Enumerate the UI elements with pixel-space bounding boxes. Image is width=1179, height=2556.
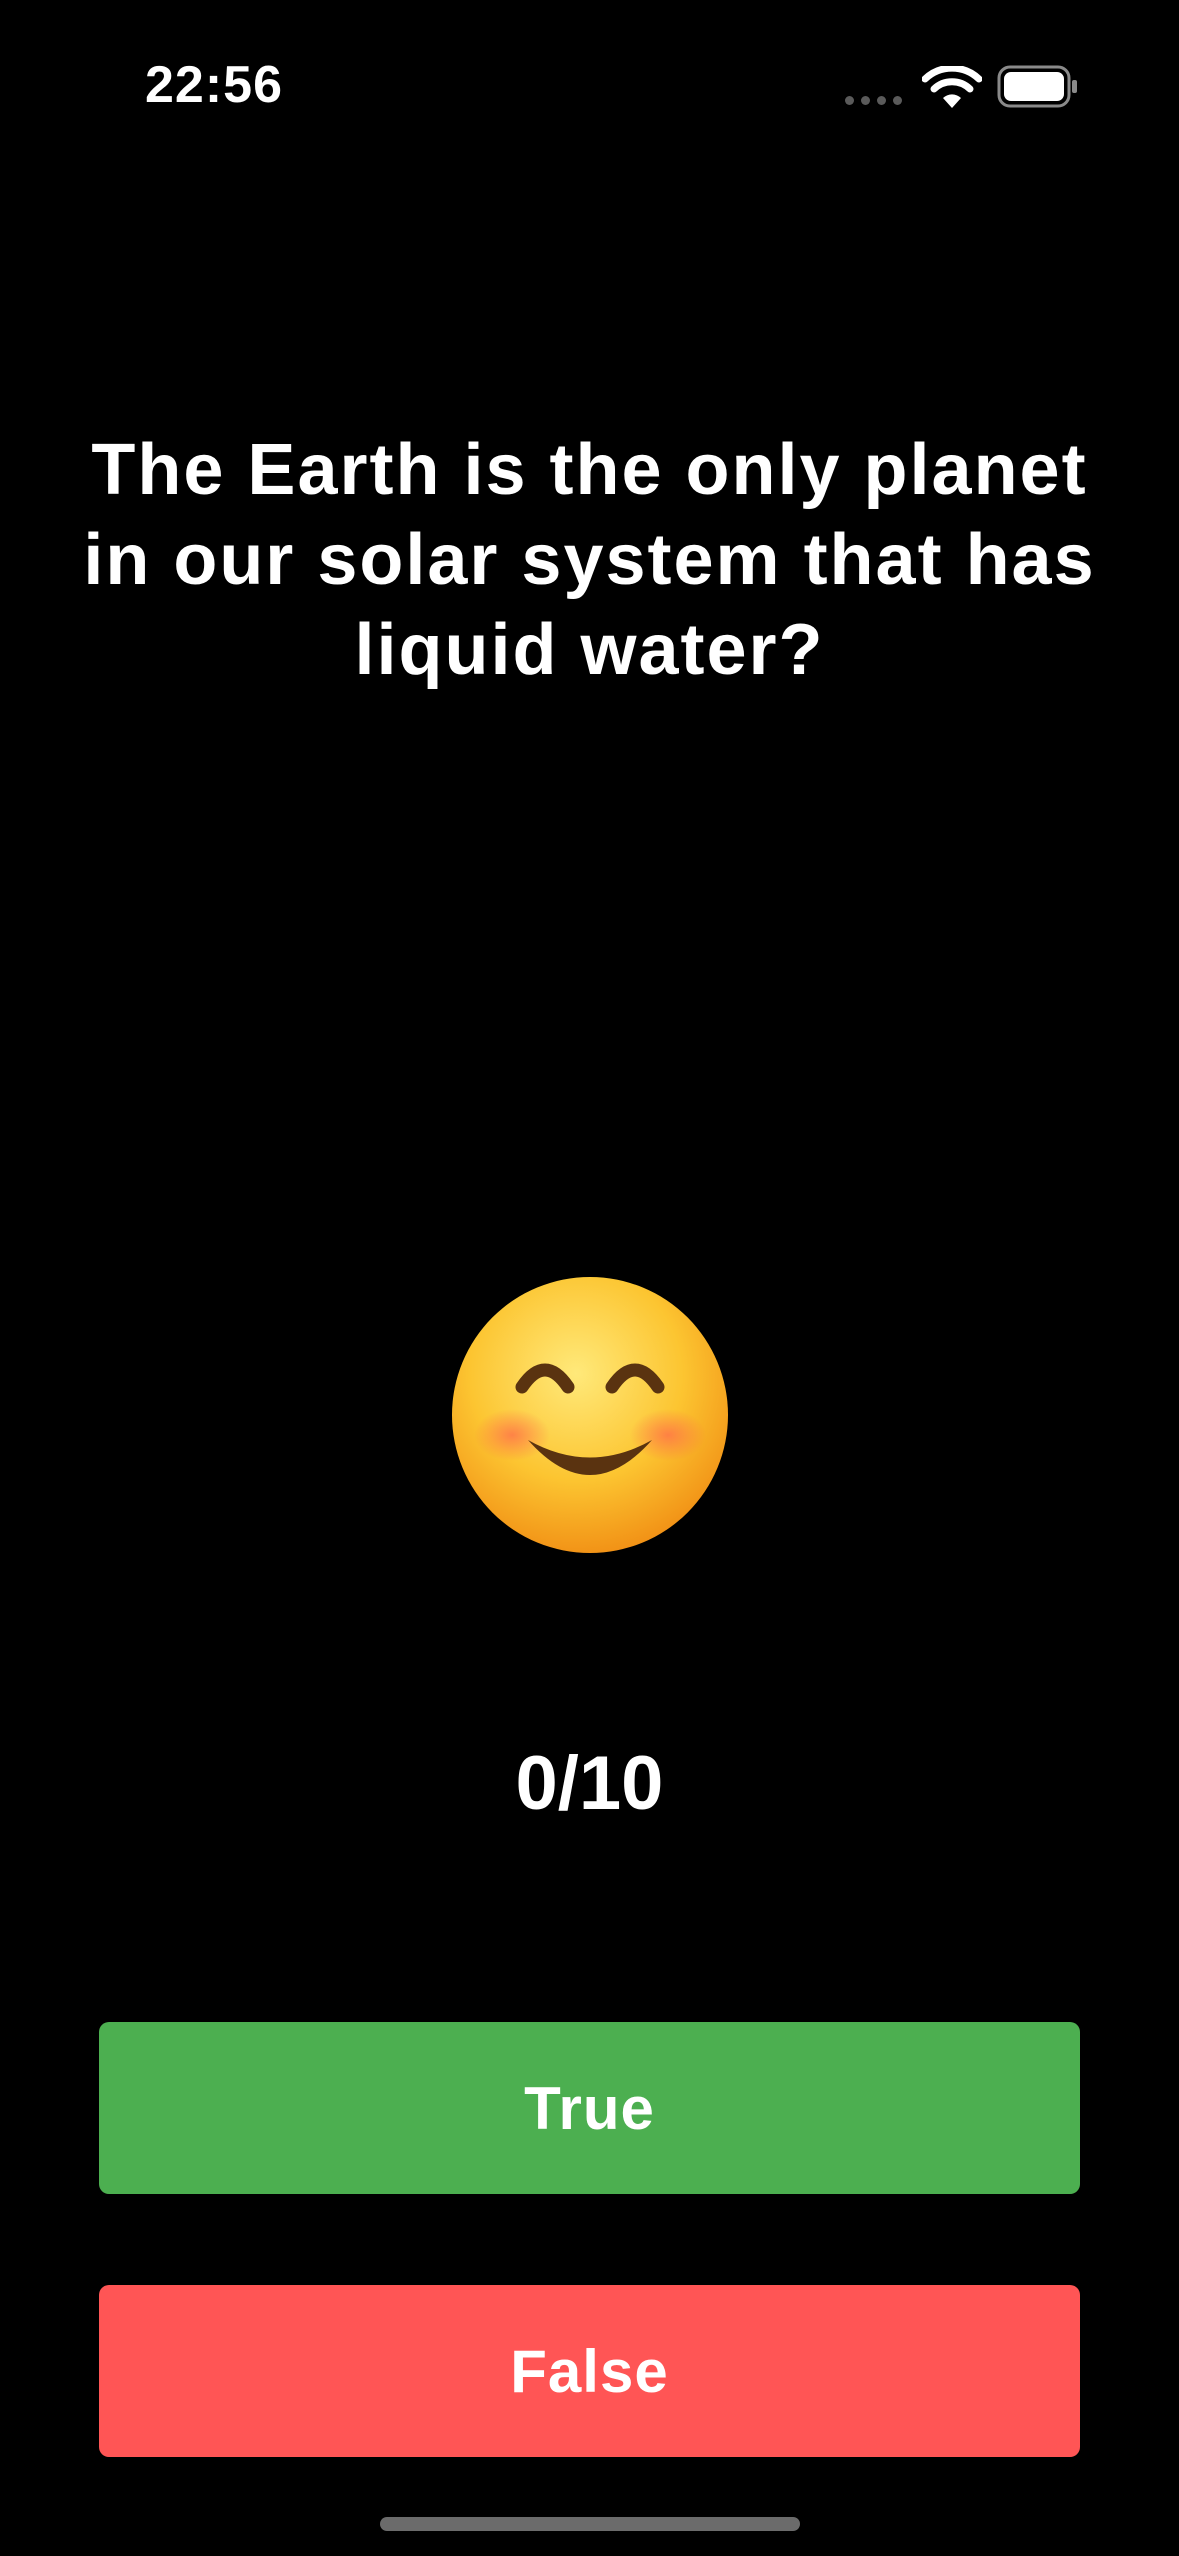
status-bar: 22:56 <box>0 0 1179 175</box>
battery-icon <box>997 65 1077 108</box>
smiling-face-emoji-icon <box>452 1277 728 1553</box>
wifi-icon <box>922 66 982 108</box>
score-counter: 0/10 <box>515 1741 664 1826</box>
question-text: The Earth is the only planet in our sola… <box>83 430 1096 690</box>
false-button[interactable]: False <box>99 2285 1080 2457</box>
home-indicator[interactable] <box>380 2517 800 2531</box>
signal-dots-icon <box>845 96 905 106</box>
status-time: 22:56 <box>145 56 283 114</box>
true-button[interactable]: True <box>99 2022 1080 2194</box>
